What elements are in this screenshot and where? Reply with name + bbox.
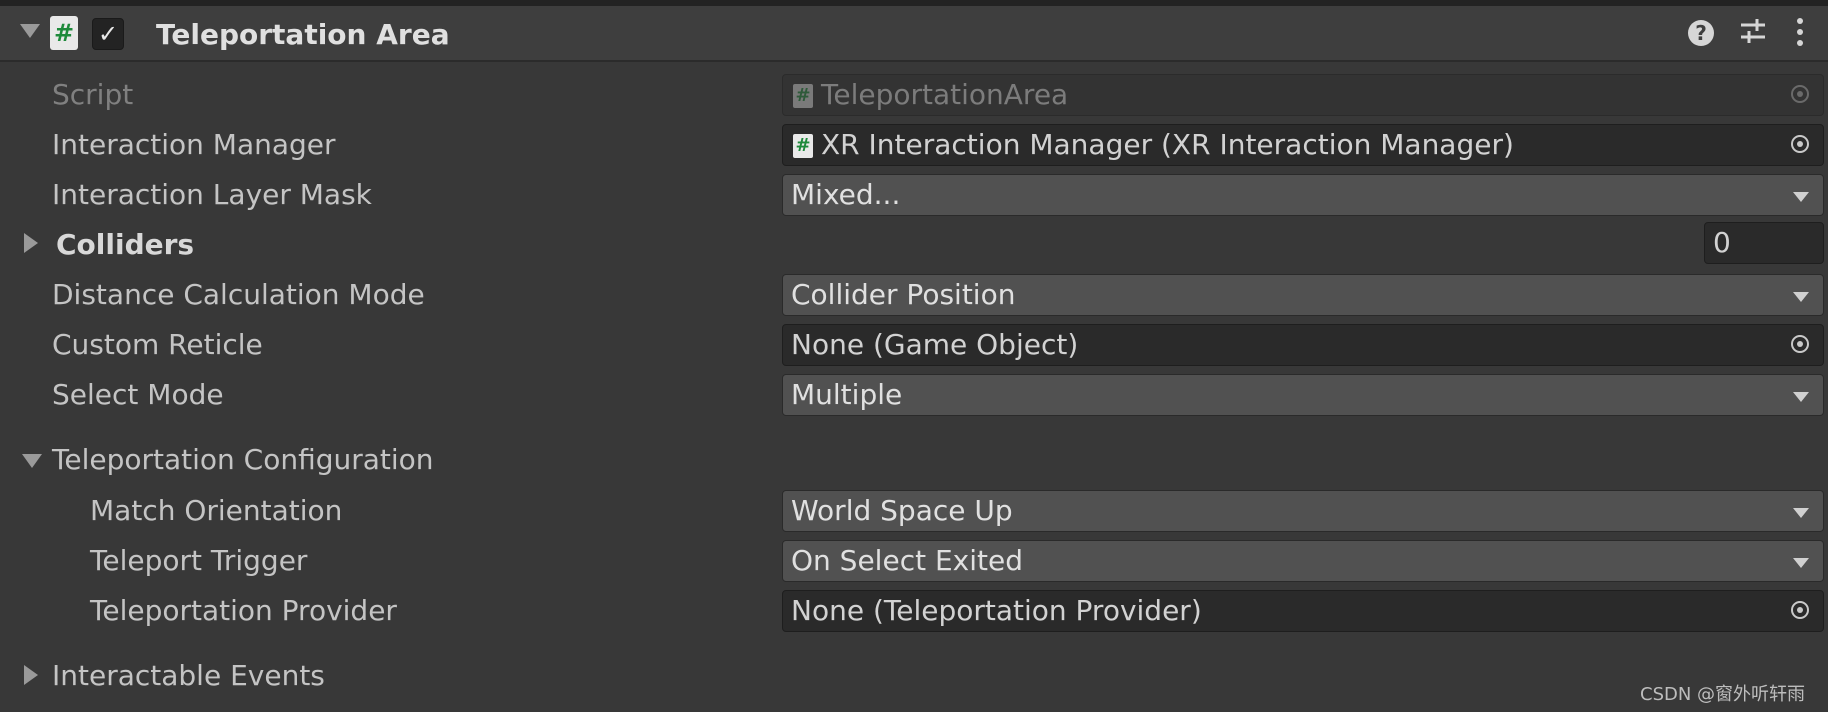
object-picker-icon[interactable] <box>1791 335 1809 353</box>
component-enabled-checkbox[interactable]: ✓ <box>92 18 124 50</box>
colliders-count-field[interactable]: 0 <box>1704 222 1824 264</box>
component-header[interactable]: # ✓ Teleportation Area ? <box>0 6 1828 62</box>
component-menu-icon[interactable] <box>1792 16 1808 48</box>
object-picker-icon[interactable] <box>1791 601 1809 619</box>
interactable-events-label[interactable]: Interactable Events <box>52 659 325 692</box>
teleportation-configuration-foldout-arrow[interactable] <box>22 454 42 468</box>
dropdown-arrow-icon <box>1793 558 1809 568</box>
distance-calculation-mode-dropdown[interactable]: Collider Position <box>782 274 1824 316</box>
dropdown-arrow-icon <box>1793 508 1809 518</box>
match-orientation-dropdown[interactable]: World Space Up <box>782 490 1824 532</box>
component-foldout-arrow[interactable] <box>20 24 40 38</box>
teleportation-provider-field[interactable]: None (Teleportation Provider) <box>782 590 1824 632</box>
interaction-manager-label: Interaction Manager <box>52 128 336 161</box>
teleportation-provider-value: None (Teleportation Provider) <box>791 594 1202 627</box>
custom-reticle-label: Custom Reticle <box>52 328 263 361</box>
presets-icon[interactable] <box>1738 16 1768 46</box>
teleport-trigger-dropdown[interactable]: On Select Exited <box>782 540 1824 582</box>
interaction-layer-mask-dropdown[interactable]: Mixed... <box>782 174 1824 216</box>
interaction-layer-mask-value: Mixed... <box>791 178 901 211</box>
match-orientation-label: Match Orientation <box>90 494 343 527</box>
colliders-label[interactable]: Colliders <box>56 228 194 261</box>
watermark: CSDN @窗外听轩雨 <box>1640 684 1806 705</box>
script-icon: # <box>50 16 78 50</box>
script-field-icon: # <box>793 84 813 108</box>
teleport-trigger-value: On Select Exited <box>791 544 1023 577</box>
dropdown-arrow-icon <box>1793 392 1809 402</box>
dropdown-arrow-icon <box>1793 292 1809 302</box>
select-mode-dropdown[interactable]: Multiple <box>782 374 1824 416</box>
script-field-icon: # <box>793 134 813 158</box>
custom-reticle-value: None (Game Object) <box>791 328 1079 361</box>
select-mode-value: Multiple <box>791 378 903 411</box>
select-mode-label: Select Mode <box>52 378 224 411</box>
script-field-value: TeleportationArea <box>821 78 1069 111</box>
distance-calculation-mode-value: Collider Position <box>791 278 1016 311</box>
teleportation-configuration-label[interactable]: Teleportation Configuration <box>52 443 434 476</box>
distance-calculation-mode-label: Distance Calculation Mode <box>52 278 425 311</box>
script-label: Script <box>52 78 134 111</box>
custom-reticle-field[interactable]: None (Game Object) <box>782 324 1824 366</box>
dropdown-arrow-icon <box>1793 192 1809 202</box>
help-icon[interactable]: ? <box>1688 20 1714 46</box>
interaction-manager-value: XR Interaction Manager (XR Interaction M… <box>821 128 1514 161</box>
colliders-foldout-arrow[interactable] <box>24 233 38 253</box>
interactable-events-foldout-arrow[interactable] <box>24 665 38 685</box>
match-orientation-value: World Space Up <box>791 494 1013 527</box>
script-field: # TeleportationArea <box>782 74 1824 116</box>
component-title: Teleportation Area <box>156 18 450 51</box>
teleportation-provider-label: Teleportation Provider <box>90 594 397 627</box>
interaction-layer-mask-label: Interaction Layer Mask <box>52 178 372 211</box>
teleport-trigger-label: Teleport Trigger <box>90 544 308 577</box>
interaction-manager-field[interactable]: # XR Interaction Manager (XR Interaction… <box>782 124 1824 166</box>
object-picker-icon <box>1791 85 1809 103</box>
object-picker-icon[interactable] <box>1791 135 1809 153</box>
